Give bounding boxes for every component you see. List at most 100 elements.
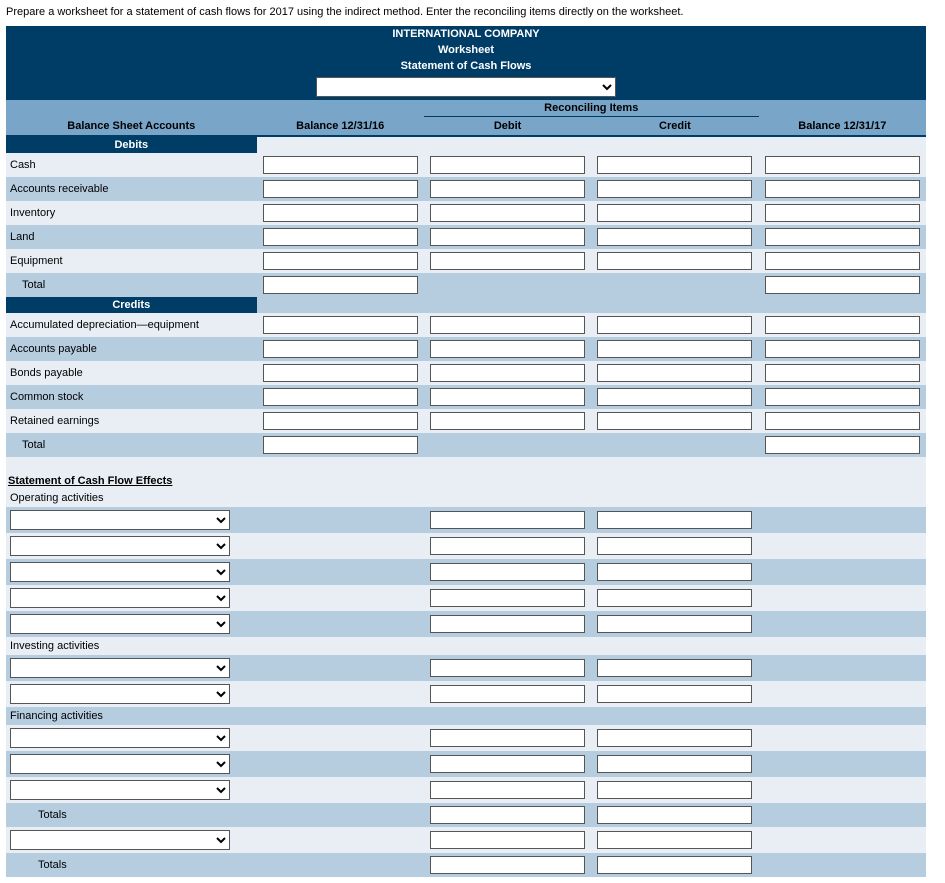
operating-item-select[interactable] <box>10 588 230 608</box>
operating-item-select[interactable] <box>10 562 230 582</box>
operating-item-select[interactable] <box>10 614 230 634</box>
debit-input[interactable] <box>430 831 585 849</box>
credit-input[interactable] <box>597 755 752 773</box>
debit-input[interactable] <box>430 316 585 334</box>
total-label: Total <box>6 433 257 457</box>
balance-begin-input[interactable] <box>263 412 418 430</box>
debit-input[interactable] <box>430 252 585 270</box>
total-label: Total <box>6 273 257 297</box>
account-label: Retained earnings <box>6 409 257 433</box>
debit-input[interactable] <box>430 156 585 174</box>
debit-input[interactable] <box>430 204 585 222</box>
debit-input[interactable] <box>430 511 585 529</box>
spacer-row <box>6 457 926 471</box>
credit-input[interactable] <box>597 228 752 246</box>
balance-begin-input[interactable] <box>263 180 418 198</box>
balance-end-input[interactable] <box>765 388 920 406</box>
column-headers-row: Balance Sheet Accounts Balance 12/31/16 … <box>6 117 926 137</box>
period-select[interactable] <box>316 77 616 97</box>
worksheet-title: Worksheet <box>6 42 926 58</box>
credit-input[interactable] <box>597 252 752 270</box>
debit-input[interactable] <box>430 729 585 747</box>
debit-input[interactable] <box>430 180 585 198</box>
debit-input[interactable] <box>430 340 585 358</box>
debit-input[interactable] <box>430 412 585 430</box>
investing-item-select[interactable] <box>10 684 230 704</box>
balance-end-input[interactable] <box>765 156 920 174</box>
credit-input[interactable] <box>597 729 752 747</box>
credit-input[interactable] <box>597 563 752 581</box>
credit-input[interactable] <box>597 511 752 529</box>
balance-end-total-input[interactable] <box>765 436 920 454</box>
financing-item-select[interactable] <box>10 780 230 800</box>
balance-end-input[interactable] <box>765 252 920 270</box>
credit-input[interactable] <box>597 589 752 607</box>
account-label: Common stock <box>6 385 257 409</box>
balance-begin-input[interactable] <box>263 340 418 358</box>
operating-item-select[interactable] <box>10 536 230 556</box>
credit-input[interactable] <box>597 340 752 358</box>
balance-begin-input[interactable] <box>263 316 418 334</box>
credit-input[interactable] <box>597 364 752 382</box>
debit-input[interactable] <box>430 781 585 799</box>
credit-input[interactable] <box>597 412 752 430</box>
credit-input[interactable] <box>597 537 752 555</box>
balance-begin-total-input[interactable] <box>263 276 418 294</box>
credit-input[interactable] <box>597 156 752 174</box>
debit-input[interactable] <box>430 563 585 581</box>
balance-end-total-input[interactable] <box>765 276 920 294</box>
balance-begin-input[interactable] <box>263 252 418 270</box>
financing-item-select[interactable] <box>10 754 230 774</box>
worksheet-subtitle: Statement of Cash Flows <box>6 58 926 74</box>
totals-row-2: Totals <box>6 853 926 877</box>
investing-item-select[interactable] <box>10 658 230 678</box>
operating-label-row: Operating activities <box>6 489 926 507</box>
debit-input[interactable] <box>430 659 585 677</box>
balance-begin-input[interactable] <box>263 228 418 246</box>
account-label: Inventory <box>6 201 257 225</box>
extra-item-select[interactable] <box>10 830 230 850</box>
credit-input[interactable] <box>597 685 752 703</box>
debit-input[interactable] <box>430 537 585 555</box>
debit-input[interactable] <box>430 589 585 607</box>
credit-input[interactable] <box>597 204 752 222</box>
table-row <box>6 725 926 751</box>
table-row: Common stock <box>6 385 926 409</box>
debit-total-input[interactable] <box>430 856 585 874</box>
balance-end-input[interactable] <box>765 340 920 358</box>
debit-input[interactable] <box>430 615 585 633</box>
table-row <box>6 681 926 707</box>
account-label: Equipment <box>6 249 257 273</box>
credit-input[interactable] <box>597 316 752 334</box>
balance-end-input[interactable] <box>765 364 920 382</box>
credit-input[interactable] <box>597 615 752 633</box>
cf-effects-header-row: Statement of Cash Flow Effects <box>6 471 926 489</box>
debit-input[interactable] <box>430 755 585 773</box>
credit-input[interactable] <box>597 180 752 198</box>
balance-end-input[interactable] <box>765 180 920 198</box>
credit-input[interactable] <box>597 659 752 677</box>
debit-total-input[interactable] <box>430 806 585 824</box>
balance-end-input[interactable] <box>765 228 920 246</box>
credit-input[interactable] <box>597 831 752 849</box>
debit-input[interactable] <box>430 685 585 703</box>
credit-input[interactable] <box>597 388 752 406</box>
balance-end-input[interactable] <box>765 412 920 430</box>
operating-item-select[interactable] <box>10 510 230 530</box>
balance-end-input[interactable] <box>765 204 920 222</box>
balance-end-input[interactable] <box>765 316 920 334</box>
debit-input[interactable] <box>430 388 585 406</box>
financing-item-select[interactable] <box>10 728 230 748</box>
balance-begin-input[interactable] <box>263 388 418 406</box>
credit-input[interactable] <box>597 781 752 799</box>
balance-begin-input[interactable] <box>263 204 418 222</box>
table-row <box>6 533 926 559</box>
table-row: Retained earnings <box>6 409 926 433</box>
balance-begin-total-input[interactable] <box>263 436 418 454</box>
credit-total-input[interactable] <box>597 856 752 874</box>
balance-begin-input[interactable] <box>263 364 418 382</box>
balance-begin-input[interactable] <box>263 156 418 174</box>
debit-input[interactable] <box>430 228 585 246</box>
debit-input[interactable] <box>430 364 585 382</box>
credit-total-input[interactable] <box>597 806 752 824</box>
